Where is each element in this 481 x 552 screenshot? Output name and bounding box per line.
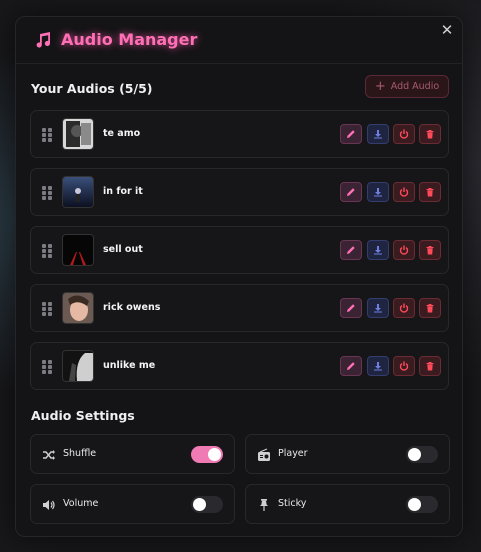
edit-button[interactable] [340,240,362,260]
delete-button[interactable] [419,356,441,376]
setting-sticky: Sticky [245,484,450,524]
edit-button[interactable] [340,356,362,376]
toggle-knob [408,498,421,511]
setting-label: Player [278,448,308,459]
audio-row: in for it [30,168,449,216]
download-icon [374,130,382,139]
setting-label: Sticky [278,498,307,509]
sticky-toggle[interactable] [406,496,438,513]
toggle-knob [193,498,206,511]
download-button[interactable] [367,124,389,144]
setting-label: Volume [63,498,99,509]
power-icon [399,361,409,371]
audio-thumbnail [62,350,94,382]
shuffle-icon [43,450,55,460]
add-audio-button[interactable]: + Add Audio [365,75,449,98]
delete-button[interactable] [419,298,441,318]
shuffle-toggle[interactable] [191,446,223,463]
audio-name: sell out [103,244,143,255]
setting-label: Shuffle [63,448,97,459]
audio-row: sell out [30,226,449,274]
drag-handle-icon[interactable] [42,244,52,258]
download-button[interactable] [367,182,389,202]
close-icon[interactable]: ✕ [439,22,455,38]
trash-icon [426,188,434,197]
power-button[interactable] [393,182,415,202]
setting-player: Player [245,434,450,474]
power-icon [399,245,409,255]
audio-thumbnail [62,292,94,324]
audio-row: rick owens [30,284,449,332]
pencil-icon [347,362,355,370]
download-button[interactable] [367,298,389,318]
audio-name: in for it [103,186,143,197]
download-icon [374,188,382,197]
toggle-knob [208,448,221,461]
download-icon [374,246,382,255]
modal-title: Audio Manager [61,30,198,49]
toggle-knob [408,448,421,461]
power-icon [399,303,409,313]
audio-row: te amo [30,110,449,158]
drag-handle-icon[interactable] [42,302,52,316]
power-icon [399,187,409,197]
add-audio-label: Add Audio [390,81,440,92]
edit-button[interactable] [340,182,362,202]
drag-handle-icon[interactable] [42,186,52,200]
volume-icon [43,500,55,510]
settings-section-title: Audio Settings [31,408,135,423]
delete-button[interactable] [419,182,441,202]
pencil-icon [347,304,355,312]
power-button[interactable] [393,124,415,144]
download-button[interactable] [367,356,389,376]
pencil-icon [347,246,355,254]
audio-name: rick owens [103,302,161,313]
audio-manager-modal: Audio Manager ✕ Your Audios (5/5) + Add … [15,16,463,537]
download-icon [374,304,382,313]
audio-name: unlike me [103,360,156,371]
power-button[interactable] [393,298,415,318]
modal-header: Audio Manager [16,17,462,64]
radio-icon [258,448,270,461]
delete-button[interactable] [419,124,441,144]
trash-icon [426,246,434,255]
audio-name: te amo [103,128,141,139]
pencil-icon [347,130,355,138]
download-button[interactable] [367,240,389,260]
volume-toggle[interactable] [191,496,223,513]
audio-row: unlike me [30,342,449,390]
pin-icon [260,499,268,511]
trash-icon [426,362,434,371]
audios-section-title: Your Audios (5/5) [31,81,153,96]
player-toggle[interactable] [406,446,438,463]
power-button[interactable] [393,240,415,260]
music-note-icon [36,32,50,48]
audio-thumbnail [62,176,94,208]
power-icon [399,129,409,139]
audio-thumbnail [62,234,94,266]
download-icon [374,362,382,371]
edit-button[interactable] [340,298,362,318]
power-button[interactable] [393,356,415,376]
trash-icon [426,130,434,139]
setting-volume: Volume [30,484,235,524]
pencil-icon [347,188,355,196]
edit-button[interactable] [340,124,362,144]
delete-button[interactable] [419,240,441,260]
plus-icon: + [374,78,386,94]
audio-thumbnail [62,118,94,150]
drag-handle-icon[interactable] [42,128,52,142]
drag-handle-icon[interactable] [42,360,52,374]
setting-shuffle: Shuffle [30,434,235,474]
trash-icon [426,304,434,313]
